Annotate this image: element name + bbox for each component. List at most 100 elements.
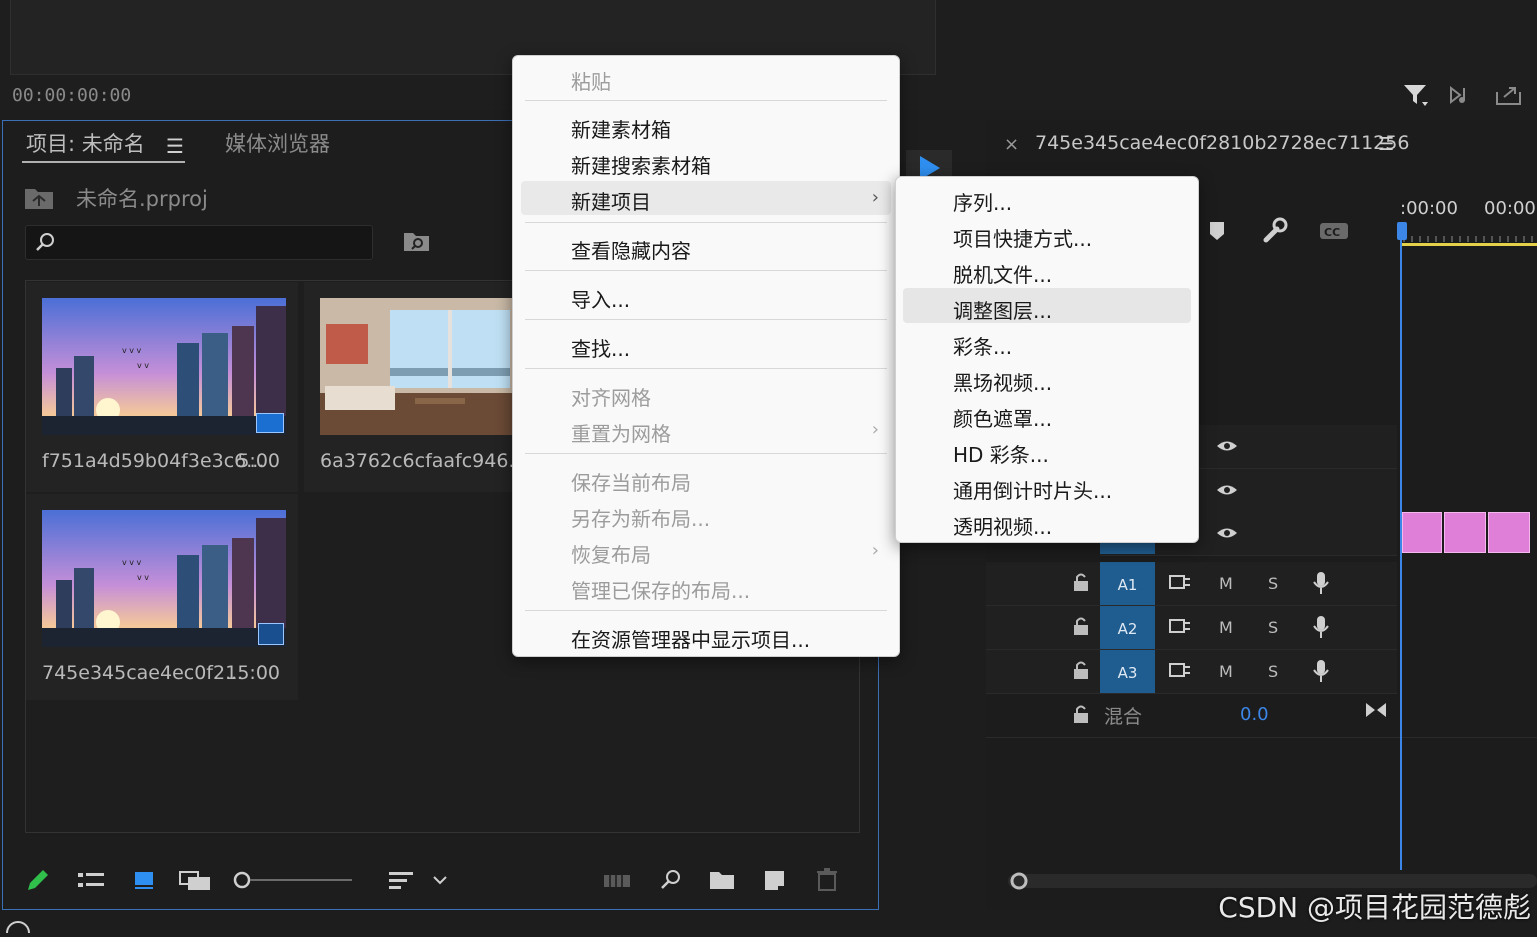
search-icon <box>34 231 56 257</box>
marker-icon[interactable] <box>1207 220 1227 244</box>
lock-icon[interactable] <box>1072 704 1090 728</box>
menu-item-save-layout[interactable]: 保存当前布局 <box>571 467 691 496</box>
new-item-submenu: 序列... 项目快捷方式... 脱机文件... 调整图层... 彩条... 黑场… <box>895 176 1199 543</box>
find-bin-icon[interactable] <box>403 230 431 254</box>
menu-item-new-item[interactable]: 新建项目 <box>571 186 651 215</box>
clip-item[interactable]: v v v v v 745e345cae4ec0f2... 15:00 <box>26 494 298 700</box>
audio-track-a3[interactable]: A3 M S <box>986 650 1397 694</box>
list-view-icon[interactable] <box>76 866 106 894</box>
sort-icon[interactable] <box>386 866 416 894</box>
chevron-down-icon[interactable] <box>430 866 450 894</box>
solo-button[interactable]: S <box>1268 662 1278 681</box>
track-label[interactable]: A2 <box>1100 606 1155 649</box>
trash-icon[interactable] <box>814 866 840 894</box>
submenu-item-offline-file[interactable]: 脱机文件... <box>953 259 1052 288</box>
timeline-clip[interactable] <box>1488 512 1530 553</box>
menu-item-find[interactable]: 查找... <box>571 333 630 362</box>
mix-track-row[interactable]: 混合 0.0 <box>986 694 1537 738</box>
sequence-badge-icon <box>258 623 284 645</box>
sync-lock-icon[interactable] <box>1168 572 1192 596</box>
wrench-icon[interactable] <box>1260 216 1290 246</box>
sequence-tab[interactable]: 745e345cae4ec0f2810b2728ec711256 <box>1035 132 1409 154</box>
menu-item-restore-layout[interactable]: 恢复布局 <box>571 539 651 568</box>
menu-item-new-bin[interactable]: 新建素材箱 <box>571 114 671 143</box>
track-label[interactable]: A1 <box>1100 562 1155 605</box>
automate-to-sequence-icon[interactable] <box>602 866 632 894</box>
filter-icon[interactable] <box>1402 82 1430 108</box>
menu-item-import[interactable]: 导入... <box>571 284 630 313</box>
menu-item-reveal-in-explorer[interactable]: 在资源管理器中显示项目... <box>571 624 810 653</box>
submenu-item-color-matte[interactable]: 颜色遮罩... <box>953 403 1052 432</box>
new-bin-icon[interactable] <box>708 866 736 894</box>
captions-icon[interactable]: CC <box>1318 220 1350 242</box>
menu-item-manage-layouts[interactable]: 管理已保存的布局... <box>571 575 750 604</box>
track-label[interactable]: A3 <box>1100 650 1155 693</box>
submenu-item-transparent-video[interactable]: 透明视频... <box>953 511 1052 540</box>
eye-icon[interactable] <box>1215 437 1239 459</box>
zoom-slider[interactable] <box>232 866 356 894</box>
submenu-item-project-shortcut[interactable]: 项目快捷方式... <box>953 223 1092 252</box>
submenu-item-adjustment-layer[interactable]: 调整图层... <box>953 295 1052 324</box>
submenu-item-countdown-leader[interactable]: 通用倒计时片头... <box>953 475 1112 504</box>
menu-item-save-as-new-layout[interactable]: 另存为新布局... <box>571 503 710 532</box>
video-track-row[interactable] <box>1197 469 1397 513</box>
mute-button[interactable]: M <box>1219 662 1233 681</box>
eye-icon[interactable] <box>1215 481 1239 503</box>
clip-item[interactable]: 6a3762c6cfaafc946... <box>304 282 512 492</box>
creative-cloud-icon[interactable] <box>2 918 32 937</box>
mix-volume-value[interactable]: 0.0 <box>1240 704 1269 725</box>
submenu-item-black-video[interactable]: 黑场视频... <box>953 367 1052 396</box>
menu-separator <box>525 222 887 223</box>
freeform-view-icon[interactable] <box>178 866 214 894</box>
menu-item-view-hidden[interactable]: 查看隐藏内容 <box>571 235 691 264</box>
microphone-icon[interactable] <box>1312 658 1330 688</box>
tab-project[interactable]: 项目: 未命名 <box>26 128 145 158</box>
sync-lock-icon[interactable] <box>1168 616 1192 640</box>
menu-item-paste[interactable]: 粘贴 <box>571 66 611 95</box>
search-field[interactable] <box>62 230 366 256</box>
tab-media-browser[interactable]: 媒体浏览器 <box>225 128 330 158</box>
playhead-handle[interactable] <box>1397 222 1407 240</box>
go-to-ends-icon[interactable] <box>1364 700 1388 724</box>
panel-menu-icon[interactable]: ☰ <box>166 134 184 158</box>
audio-icon[interactable] <box>1448 84 1476 106</box>
mute-button[interactable]: M <box>1219 574 1233 593</box>
menu-separator <box>525 100 887 101</box>
submenu-item-bars-and-tone[interactable]: 彩条... <box>953 331 1012 360</box>
lock-icon[interactable] <box>1072 616 1090 640</box>
playhead-line[interactable] <box>1400 230 1402 870</box>
solo-button[interactable]: S <box>1268 574 1278 593</box>
playhead-timecode[interactable]: 00:00:00:00 <box>12 85 131 106</box>
video-track-row[interactable] <box>1197 425 1397 469</box>
solo-button[interactable]: S <box>1268 618 1278 637</box>
video-badge-icon <box>256 413 284 433</box>
timeline-clip[interactable] <box>1402 512 1442 553</box>
clip-name: 745e345cae4ec0f2... <box>42 662 244 684</box>
sync-lock-icon[interactable] <box>1168 660 1192 684</box>
menu-item-reset-to-grid[interactable]: 重置为网格 <box>571 418 671 447</box>
export-icon[interactable] <box>1494 82 1524 108</box>
lock-icon[interactable] <box>1072 572 1090 596</box>
audio-track-a2[interactable]: A2 M S <box>986 606 1397 650</box>
folder-up-icon[interactable] <box>24 185 54 211</box>
time-ruler[interactable] <box>1400 228 1537 246</box>
menu-item-align-to-grid[interactable]: 对齐网格 <box>571 382 651 411</box>
search-input[interactable] <box>25 225 373 260</box>
find-icon[interactable] <box>658 866 684 894</box>
close-icon[interactable]: × <box>1004 134 1019 155</box>
submenu-item-sequence[interactable]: 序列... <box>953 187 1012 216</box>
microphone-icon[interactable] <box>1312 614 1330 644</box>
microphone-icon[interactable] <box>1312 570 1330 600</box>
mute-button[interactable]: M <box>1219 618 1233 637</box>
pencil-icon[interactable] <box>24 866 52 894</box>
eye-icon[interactable] <box>1215 524 1239 546</box>
audio-track-a1[interactable]: A1 M S <box>986 562 1397 606</box>
icon-view-icon[interactable] <box>132 866 158 894</box>
menu-item-new-search-bin[interactable]: 新建搜索素材箱 <box>571 150 711 179</box>
lock-icon[interactable] <box>1072 660 1090 684</box>
submenu-item-hd-bars[interactable]: HD 彩条... <box>953 439 1049 468</box>
new-item-icon[interactable] <box>762 866 788 894</box>
timeline-clip[interactable] <box>1444 512 1486 553</box>
panel-menu-icon[interactable]: ☰ <box>1378 134 1394 155</box>
clip-item[interactable]: v v v v v f751a4d59b04f3e3c6... 5:00 <box>26 282 298 492</box>
